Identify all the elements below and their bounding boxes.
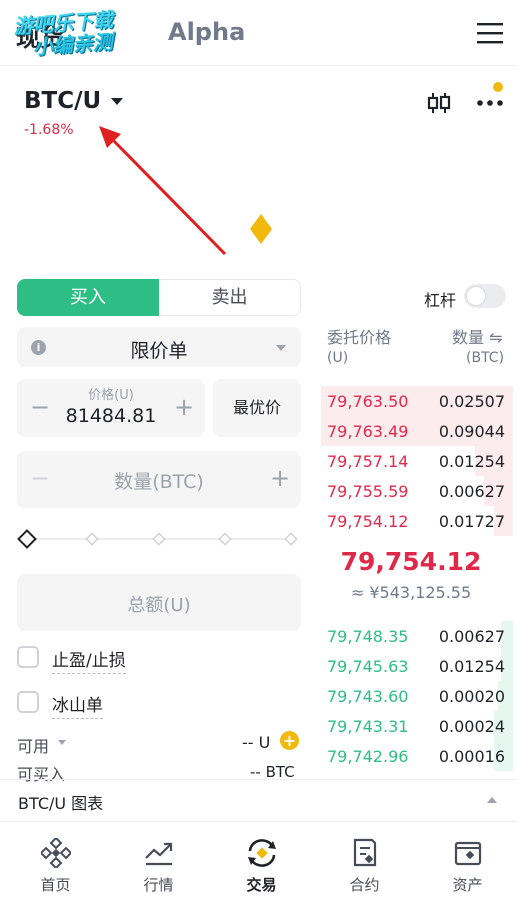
orderbook-ask-row[interactable]: 79,755.59 0.00627 (321, 476, 513, 506)
trading-pair-selector[interactable]: BTC/U (24, 88, 101, 114)
nav-label: 资产 (452, 876, 483, 894)
caret-up-icon[interactable] (487, 797, 497, 803)
wallet-icon (454, 841, 481, 866)
nav-assets[interactable]: 资产 (416, 832, 517, 898)
orderbook-ask-row[interactable]: 79,757.14 0.01254 (321, 446, 513, 476)
more-options-icon[interactable] (476, 98, 504, 108)
orderbook-ask-row[interactable]: 79,754.12 0.01727 (321, 506, 513, 536)
orderbook-bid-row[interactable]: 79,745.63 0.01254 (321, 651, 513, 681)
bid-quantity: 0.00627 (438, 627, 505, 646)
price-change-percent: -1.68% (24, 122, 74, 138)
home-icon (40, 838, 71, 868)
watermark-overlay: 游吧乐下载 小编亲测 (13, 8, 116, 60)
caret-down-icon[interactable] (58, 740, 66, 745)
nav-markets[interactable]: 行情 (107, 832, 210, 898)
hamburger-menu-icon[interactable] (477, 22, 503, 44)
annotation-arrow (99, 126, 227, 256)
orderbook-header-price-unit: (U) (327, 350, 349, 366)
available-value: -- U (242, 733, 271, 752)
nav-trade[interactable]: 交易 (210, 832, 313, 898)
nav-label: 合约 (349, 876, 380, 894)
candlestick-chart-icon[interactable] (426, 90, 452, 116)
nav-label: 交易 (246, 876, 277, 894)
nav-futures[interactable]: 合约 (313, 832, 416, 898)
orderbook-header-price: 委托价格 (327, 328, 392, 347)
bid-quantity: 0.01254 (438, 657, 505, 676)
bid-price: 79,745.63 (327, 657, 409, 676)
leverage-toggle-knob[interactable] (467, 287, 485, 305)
notification-dot (493, 82, 503, 92)
ask-price: 79,763.49 (327, 422, 409, 441)
bid-price: 79,743.31 (327, 717, 409, 736)
amount-slider[interactable] (17, 525, 303, 553)
add-funds-icon[interactable]: + (280, 731, 299, 750)
tpsl-label[interactable]: 止盈/止损 (52, 646, 126, 674)
quantity-placeholder[interactable]: 数量(BTC) (17, 467, 301, 494)
orderbook-header-quantity-unit: (BTC) (466, 350, 505, 366)
nav-home[interactable]: 首页 (4, 832, 107, 898)
markets-icon (144, 842, 172, 866)
bid-quantity: 0.00020 (438, 687, 505, 706)
nav-label: 首页 (40, 876, 71, 894)
ask-quantity: 0.01727 (438, 512, 505, 531)
bid-quantity: 0.00024 (438, 717, 505, 736)
orderbook-bid-row[interactable]: 79,748.35 0.00627 (321, 621, 513, 651)
total-placeholder[interactable]: 总额(U) (17, 591, 301, 617)
nav-label: 行情 (143, 876, 174, 894)
loading-diamond-icon (250, 214, 272, 244)
ask-quantity: 0.01254 (438, 452, 505, 471)
sell-tab[interactable]: 卖出 (159, 279, 301, 316)
iceberg-checkbox[interactable] (17, 691, 39, 713)
tab-alpha[interactable]: Alpha (168, 18, 245, 46)
orderbook-ask-row[interactable]: 79,763.50 0.02507 (321, 386, 513, 416)
bid-price: 79,743.60 (327, 687, 409, 706)
ask-quantity: 0.02507 (438, 392, 505, 411)
orderbook-bid-row[interactable]: 79,743.31 0.00024 (321, 711, 513, 741)
order-type-value[interactable]: 限价单 (0, 336, 318, 363)
futures-icon (353, 838, 376, 867)
orderbook-bid-row[interactable]: 79,742.96 0.00016 (321, 741, 513, 771)
caret-down-icon[interactable] (276, 345, 286, 351)
ask-price: 79,763.50 (327, 392, 409, 411)
bid-price: 79,748.35 (327, 627, 409, 646)
bid-price: 79,742.96 (327, 747, 409, 766)
price-increase-button[interactable]: + (174, 393, 194, 421)
available-label[interactable]: 可用 (17, 733, 49, 757)
ask-quantity: 0.09044 (438, 422, 505, 441)
quantity-increase-button[interactable]: + (270, 464, 290, 492)
chart-toggle-label[interactable]: BTC/U 图表 (18, 790, 103, 814)
buy-tab[interactable]: 买入 (17, 279, 159, 316)
last-price-cny: ≈ ¥543,125.55 (350, 583, 472, 602)
ask-price: 79,757.14 (327, 452, 409, 471)
tpsl-checkbox[interactable] (17, 646, 39, 668)
orderbook-ask-row[interactable]: 79,763.49 0.09044 (321, 416, 513, 446)
ask-price: 79,755.59 (327, 482, 409, 501)
leverage-label: 杠杆 (424, 291, 457, 310)
caret-down-icon[interactable] (111, 98, 123, 105)
orderbook-bid-row[interactable]: 79,743.60 0.00020 (321, 681, 513, 711)
last-traded-price[interactable]: 79,754.12 (321, 547, 501, 576)
iceberg-label[interactable]: 冰山单 (52, 691, 103, 719)
bid-quantity: 0.00016 (438, 747, 505, 766)
ask-price: 79,754.12 (327, 512, 409, 531)
orderbook-header-quantity[interactable]: 数量 ⇋ (452, 324, 503, 348)
trade-icon (247, 839, 276, 867)
ask-quantity: 0.00627 (438, 482, 505, 501)
best-price-button[interactable]: 最优价 (213, 379, 301, 437)
